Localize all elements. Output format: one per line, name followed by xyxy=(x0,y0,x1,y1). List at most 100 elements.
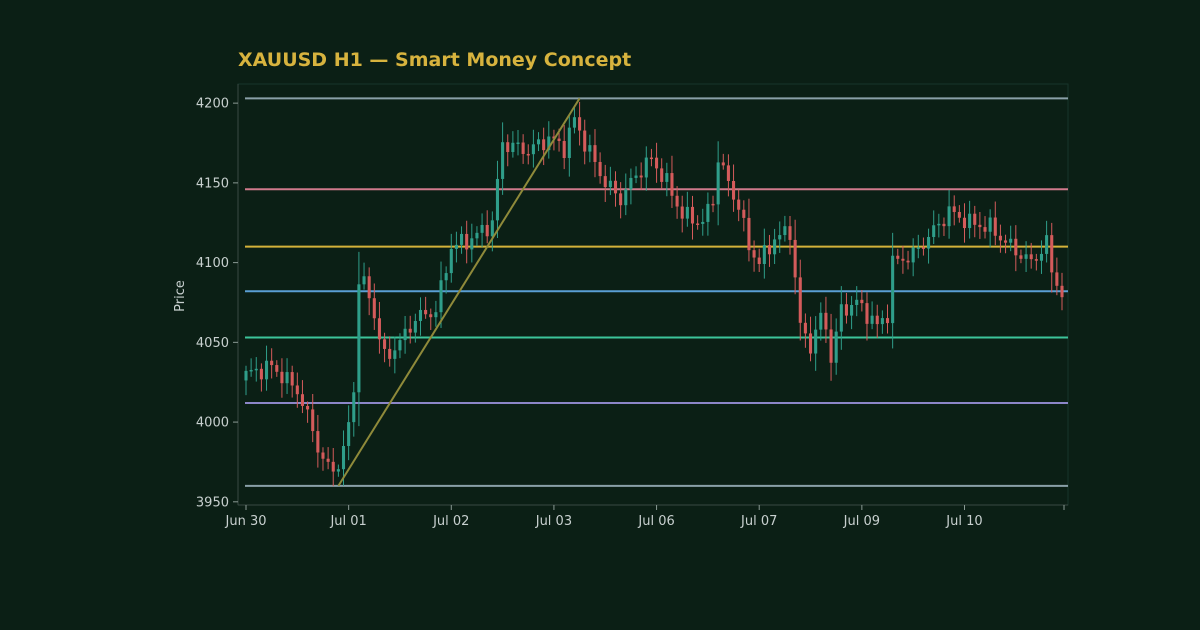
candle-body xyxy=(1060,285,1064,298)
candle-body xyxy=(1039,253,1044,261)
candle-body xyxy=(608,180,612,188)
candle-body xyxy=(829,329,833,363)
chart-title: XAUUSD H1 — Smart Money Concept xyxy=(238,49,631,71)
candle-body xyxy=(331,461,335,472)
candle-body xyxy=(793,239,797,278)
candle-body xyxy=(880,318,884,325)
candle-body xyxy=(572,117,576,128)
candle-body xyxy=(824,312,828,330)
candle-body xyxy=(341,445,346,470)
candle-body xyxy=(726,165,730,181)
candle-body xyxy=(598,161,602,177)
candle-body xyxy=(962,217,967,229)
candle-body xyxy=(993,217,997,236)
candle-body xyxy=(819,312,823,330)
candle-body xyxy=(470,238,474,250)
candle-body xyxy=(347,422,351,446)
candle-body xyxy=(839,304,843,332)
candle-body xyxy=(408,328,412,333)
candle-body xyxy=(778,235,782,240)
candle-body xyxy=(321,452,325,459)
candle-body xyxy=(316,431,320,453)
candle-body xyxy=(850,304,854,316)
x-axis: Jun 30 Jul 01 Jul 02 Jul 03 Jul 06 Jul 07 Jul … xyxy=(225,504,1068,529)
candle-body xyxy=(480,224,484,233)
candle-body xyxy=(937,223,941,226)
y-axis: 3950 4000 4050 4100 4150 4200 xyxy=(196,84,239,510)
candle-body xyxy=(562,141,566,159)
candle-body xyxy=(644,157,648,178)
x-tick-label: Jul 07 xyxy=(740,514,777,529)
candle-body xyxy=(906,260,910,263)
candle-body xyxy=(377,318,381,340)
candle-body xyxy=(1009,238,1013,243)
candle-body xyxy=(398,340,402,351)
candle-body xyxy=(413,320,417,333)
candle-body xyxy=(526,153,530,156)
candle-body xyxy=(336,469,340,472)
x-tick-label: Jul 02 xyxy=(432,514,469,529)
candle-body xyxy=(270,360,274,366)
y-tick-label: 3950 xyxy=(196,495,229,510)
candle-body xyxy=(521,142,525,154)
candle-body xyxy=(998,235,1002,241)
candle-body xyxy=(762,245,766,265)
candle-body xyxy=(567,127,571,159)
candle-body xyxy=(444,273,448,281)
candle-body xyxy=(665,173,669,182)
candle-body xyxy=(968,213,972,229)
candle-body xyxy=(721,162,725,166)
candle-body xyxy=(660,168,664,182)
candle-body xyxy=(742,209,746,218)
x-tick-label: Jul 01 xyxy=(329,514,366,529)
x-tick-label: Jul 09 xyxy=(843,514,880,529)
candle-body xyxy=(603,176,607,188)
y-tick-label: 4000 xyxy=(196,416,229,431)
plot-area xyxy=(237,83,1069,506)
candle-body xyxy=(680,206,684,219)
candle-body xyxy=(264,360,269,380)
candle-body xyxy=(1055,272,1059,286)
candle-body xyxy=(932,225,936,237)
candle-body xyxy=(501,142,505,179)
candle-body xyxy=(783,226,787,236)
candle-body xyxy=(357,284,361,393)
candle-body xyxy=(767,245,772,255)
y-tick-label: 4150 xyxy=(196,176,229,191)
candle-body xyxy=(578,117,582,131)
candle-body xyxy=(393,350,397,359)
candle-body xyxy=(383,339,387,349)
candle-body xyxy=(619,193,623,206)
candle-body xyxy=(434,312,438,318)
candle-body xyxy=(536,139,541,145)
candle-body xyxy=(367,276,371,299)
candle-body xyxy=(1034,259,1038,261)
candle-body xyxy=(773,239,777,255)
candle-body xyxy=(439,280,443,313)
candle-body xyxy=(865,303,869,324)
candle-body xyxy=(511,142,515,153)
candle-body xyxy=(254,368,258,371)
candle-body xyxy=(624,189,628,206)
candle-body xyxy=(593,145,597,162)
x-tick-label: Jul 06 xyxy=(637,514,674,529)
candle-body xyxy=(460,233,464,245)
candle-body xyxy=(670,173,674,196)
candle-body xyxy=(1029,254,1033,260)
candle-body xyxy=(711,203,715,206)
candle-body xyxy=(352,392,356,423)
candle-body xyxy=(249,369,253,372)
candle-body xyxy=(916,247,920,249)
candle-body xyxy=(973,213,977,225)
candle-body xyxy=(957,211,961,218)
candle-body xyxy=(655,157,659,169)
x-tick-label: Jun 30 xyxy=(225,514,267,529)
candle-body xyxy=(1050,235,1054,273)
candle-body xyxy=(649,157,653,160)
candle-body xyxy=(495,178,500,221)
candle-body xyxy=(311,409,315,432)
candle-body xyxy=(424,309,428,315)
candle-body xyxy=(516,142,520,145)
candle-body xyxy=(988,217,992,232)
candle-body xyxy=(485,224,489,237)
